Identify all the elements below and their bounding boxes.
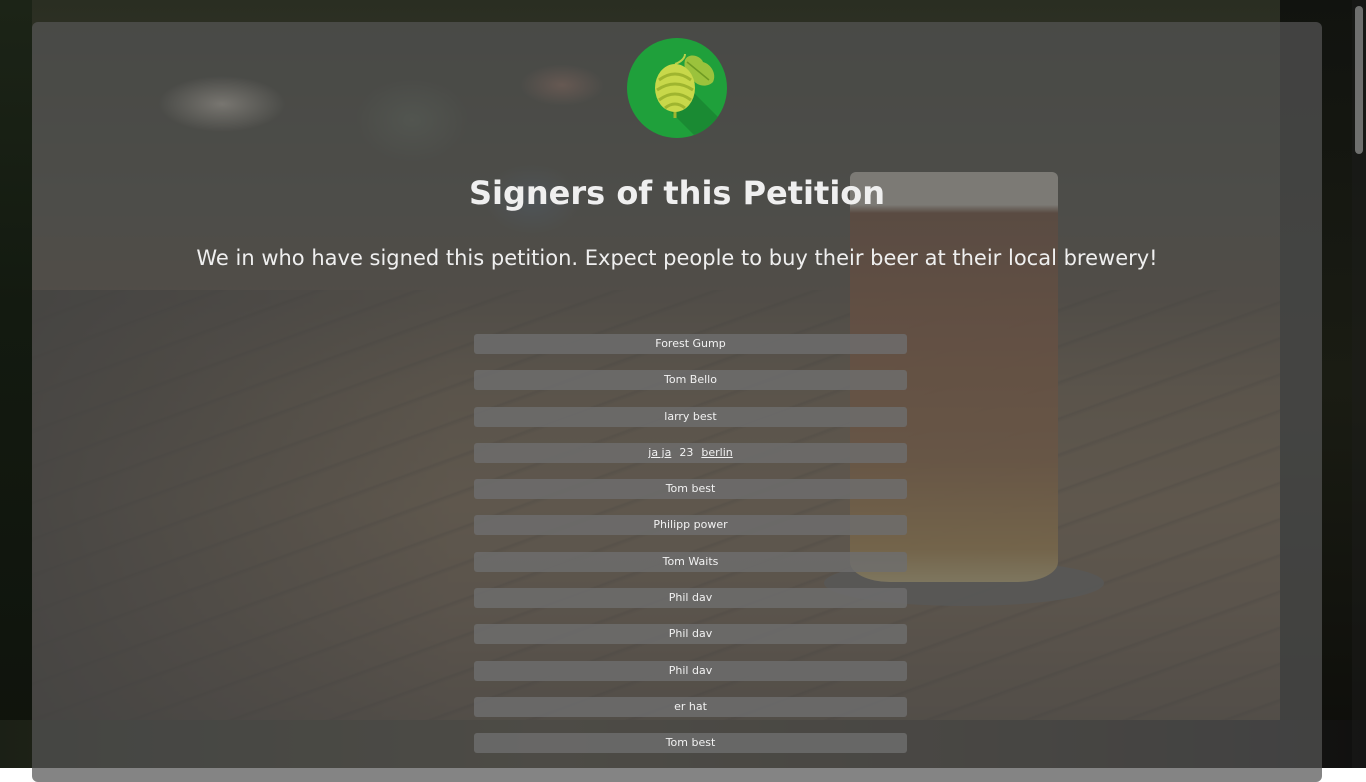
signer-name: Philipp power: [653, 518, 728, 532]
signer-name: Forest Gump: [655, 337, 726, 350]
signer-row: er hat: [474, 696, 907, 717]
signer-row: Forest Gump: [474, 334, 907, 354]
background-edge-left: [0, 0, 32, 768]
signer-row: Philipp power: [474, 515, 907, 536]
signer-city-link[interactable]: berlin: [701, 446, 732, 459]
signer-age: 23: [679, 445, 694, 459]
signer-name: larry best: [664, 409, 717, 423]
signer-row: larry best: [474, 406, 907, 427]
signer-row: Tom Waits: [474, 551, 907, 572]
signer-row: Phil dav: [474, 660, 907, 681]
scrollbar-thumb[interactable]: [1355, 6, 1363, 154]
signer-name: er hat: [674, 699, 707, 713]
signer-name: Phil dav: [668, 663, 713, 677]
signer-name: Tom best: [665, 482, 716, 496]
signer-list: Forest Gump Tom Bello larry best ja ja 23…: [474, 334, 907, 770]
signer-name: Tom Bello: [664, 373, 717, 387]
signer-name-link[interactable]: ja ja: [648, 446, 671, 459]
page-title: Signers of this Petition: [468, 174, 886, 212]
signer-row: Phil dav: [474, 624, 907, 645]
page-scrollbar[interactable]: [1352, 0, 1366, 768]
hop-logo: [627, 38, 727, 138]
signer-name: Phil dav: [668, 591, 713, 605]
signer-row: Tom best: [474, 479, 907, 500]
signer-name: Tom Waits: [662, 554, 719, 568]
hop-icon: [655, 53, 727, 138]
signer-row: Tom best: [474, 733, 907, 754]
signer-name: Tom best: [665, 736, 716, 750]
signer-name: Phil dav: [668, 627, 713, 641]
signer-row: Tom Bello: [474, 370, 907, 391]
signer-row: ja ja 23 berlin: [474, 442, 907, 463]
page-subtitle: We in who have signed this petition. Exp…: [196, 246, 1158, 270]
signer-row: Phil dav: [474, 588, 907, 609]
